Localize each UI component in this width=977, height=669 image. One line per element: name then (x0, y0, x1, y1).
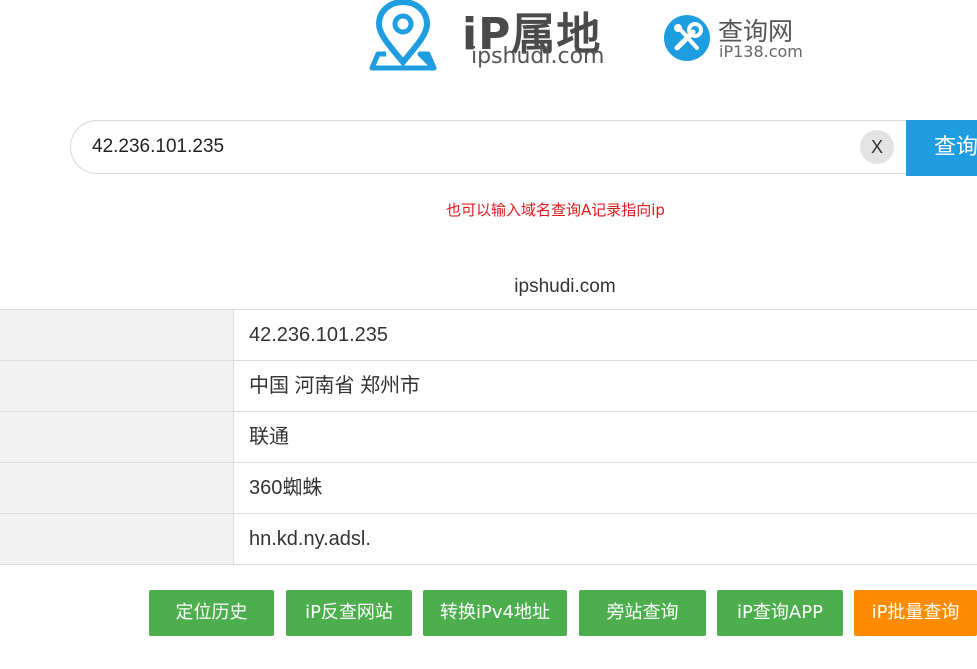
search-bar: X 查询 (70, 120, 977, 176)
ipshudi-logo[interactable]: iP属地 ipshudi.com (364, 0, 624, 80)
row-label-cell (0, 361, 234, 411)
location-pin-icon (369, 0, 437, 71)
row-label-cell (0, 310, 234, 360)
ip-query-app-button[interactable]: iP查询APP (717, 590, 843, 636)
table-row: 联通 (0, 412, 977, 463)
isp-value: 联通 (249, 426, 289, 448)
bulk-ip-query-button[interactable]: iP批量查询 (854, 590, 977, 636)
result-table: 42.236.101.235 中国 河南省 郑州市 联通 360蜘蛛 hn.kd… (0, 309, 977, 565)
reverse-ip-button[interactable]: iP反查网站 (286, 590, 412, 636)
row-label-cell (0, 463, 234, 513)
row-label-cell (0, 412, 234, 462)
type-value: 360蜘蛛 (249, 477, 323, 499)
partner-domain: iP138.com (719, 42, 803, 61)
ip138-logo[interactable]: 查询网 iP138.com (663, 12, 813, 64)
table-row: 42.236.101.235 (0, 310, 977, 361)
hostname-value: hn.kd.ny.adsl. (249, 528, 371, 550)
result-caption: ipshudi.com (514, 276, 616, 297)
table-row: hn.kd.ny.adsl. (0, 514, 977, 565)
sibling-sites-button[interactable]: 旁站查询 (579, 590, 706, 636)
row-label-cell (0, 514, 234, 564)
clear-button[interactable]: X (860, 130, 894, 164)
ip-value: 42.236.101.235 (249, 324, 389, 346)
page: iP属地 ipshudi.com 查询网 iP138.com X 查询 也可以输… (0, 0, 977, 669)
location-value: 中国 河南省 郑州市 (249, 375, 421, 397)
table-row: 中国 河南省 郑州市 (0, 361, 977, 412)
logo-domain: ipshudi.com (471, 44, 605, 69)
search-hint: 也可以输入域名查询A记录指向ip (446, 201, 665, 219)
ip-search-input[interactable] (70, 120, 906, 174)
tools-icon (664, 15, 710, 61)
search-button[interactable]: 查询 (906, 120, 977, 176)
location-history-button[interactable]: 定位历史 (149, 590, 274, 636)
convert-ipv4-button[interactable]: 转换iPv4地址 (423, 590, 567, 636)
table-row: 360蜘蛛 (0, 463, 977, 514)
